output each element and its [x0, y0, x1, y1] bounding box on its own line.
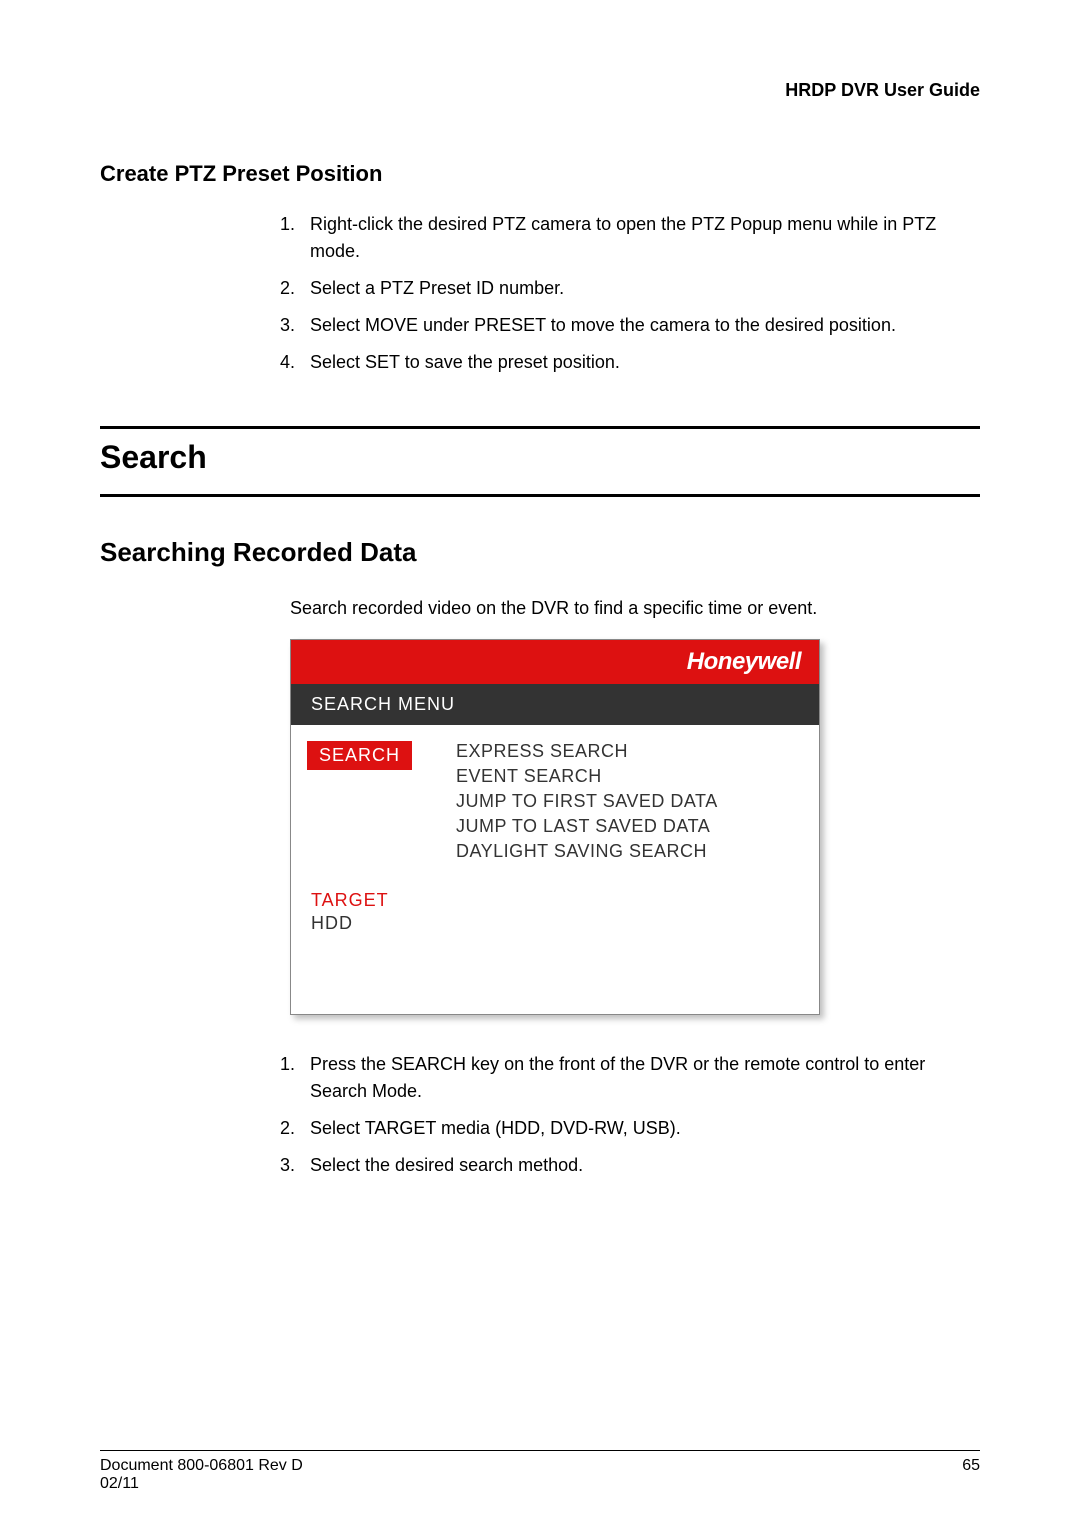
- doc-title: HRDP DVR User Guide: [100, 80, 980, 101]
- tab-search[interactable]: SEARCH: [307, 741, 412, 770]
- brand-bar: Honeywell: [291, 640, 819, 684]
- create-ptz-steps: Right-click the desired PTZ camera to op…: [300, 211, 980, 386]
- search-menu-screenshot: Honeywell SEARCH MENU SEARCH TARGET HDD …: [290, 639, 820, 1015]
- list-item: Select MOVE under PRESET to move the cam…: [300, 312, 980, 339]
- menu-option-jump-first[interactable]: JUMP TO FIRST SAVED DATA: [456, 791, 803, 812]
- footer: Document 800-06801 Rev D 02/11 65: [100, 1451, 980, 1493]
- section-search-title: Search: [100, 439, 980, 476]
- target-label: TARGET: [307, 890, 446, 911]
- divider: [100, 426, 980, 429]
- list-item: Select the desired search method.: [300, 1152, 980, 1179]
- intro-text: Search recorded video on the DVR to find…: [290, 598, 980, 619]
- menu-option-daylight-saving[interactable]: DAYLIGHT SAVING SEARCH: [456, 841, 803, 862]
- footer-left: Document 800-06801 Rev D 02/11: [100, 1457, 303, 1493]
- menu-option-express-search[interactable]: EXPRESS SEARCH: [456, 741, 803, 762]
- menu-body: SEARCH TARGET HDD EXPRESS SEARCH EVENT S…: [291, 725, 819, 1014]
- list-item: Select SET to save the preset position.: [300, 349, 980, 376]
- document-id: Document 800-06801 Rev D: [100, 1457, 303, 1475]
- document-date: 02/11: [100, 1475, 303, 1493]
- search-steps: Press the SEARCH key on the front of the…: [300, 1051, 980, 1189]
- list-item: Select a PTZ Preset ID number.: [300, 275, 980, 302]
- brand-logo: Honeywell: [687, 648, 801, 676]
- menu-title: SEARCH MENU: [291, 684, 819, 725]
- menu-left-column: SEARCH TARGET HDD: [291, 725, 446, 1014]
- menu-option-jump-last[interactable]: JUMP TO LAST SAVED DATA: [456, 816, 803, 837]
- list-item: Press the SEARCH key on the front of the…: [300, 1051, 980, 1105]
- divider: [100, 494, 980, 497]
- list-item: Right-click the desired PTZ camera to op…: [300, 211, 980, 265]
- section-searching-recorded-title: Searching Recorded Data: [100, 537, 980, 568]
- list-item: Select TARGET media (HDD, DVD-RW, USB).: [300, 1115, 980, 1142]
- page: HRDP DVR User Guide Create PTZ Preset Po…: [0, 0, 1080, 1533]
- section-create-ptz-title: Create PTZ Preset Position: [100, 161, 980, 187]
- menu-right-column: EXPRESS SEARCH EVENT SEARCH JUMP TO FIRS…: [446, 725, 819, 1014]
- menu-option-event-search[interactable]: EVENT SEARCH: [456, 766, 803, 787]
- target-value[interactable]: HDD: [307, 913, 446, 934]
- page-number: 65: [962, 1457, 980, 1493]
